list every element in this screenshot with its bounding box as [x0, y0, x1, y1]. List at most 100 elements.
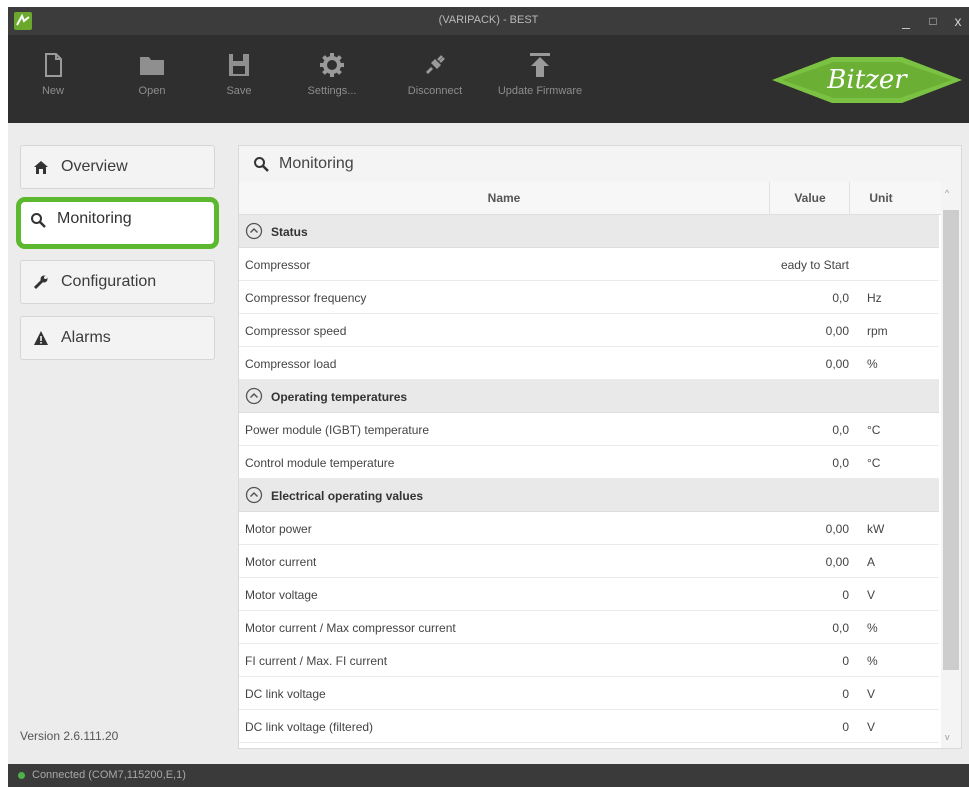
group-name: Electrical operating values: [271, 489, 424, 503]
app-window: (VARIPACK) - BEST _ □ x New Open Save Se…: [8, 7, 969, 787]
row-value: 0,0: [832, 621, 849, 635]
table-row[interactable]: Motor voltage 0 V: [239, 578, 939, 611]
search-icon: [254, 157, 269, 172]
table-row[interactable]: Control module temperature 0,0 °C: [239, 446, 939, 479]
update-firmware-label: Update Firmware: [497, 85, 583, 97]
scroll-thumb[interactable]: [943, 210, 959, 670]
row-name: Motor power: [245, 522, 312, 536]
panel-header: Monitoring: [239, 146, 961, 183]
table-row[interactable]: Compressor load 0,00%: [239, 347, 939, 380]
row-value: 0: [842, 687, 849, 701]
collapse-icon[interactable]: [245, 486, 263, 504]
settings-label: Settings...: [307, 85, 357, 97]
gear-icon: [320, 53, 344, 77]
folder-icon: [140, 57, 164, 75]
open-button[interactable]: Open: [124, 45, 180, 115]
warning-icon: [34, 331, 48, 345]
nav-label-configuration: Configuration: [61, 273, 157, 290]
table-row[interactable]: Motor current / Max compressor current 0,…: [239, 611, 939, 644]
row-name: Power module (IGBT) temperature: [245, 423, 430, 437]
table-header: Name Value Unit: [239, 182, 961, 215]
disconnect-label: Disconnect: [407, 85, 463, 97]
row-value: 0: [842, 588, 849, 602]
monitoring-table: Status Compressor eady to Start Compressor …: [239, 215, 939, 743]
row-unit: %: [867, 357, 878, 371]
save-label: Save: [226, 85, 252, 97]
row-value: eady to Start: [780, 258, 849, 272]
upload-icon: [530, 53, 550, 77]
close-button[interactable]: x: [948, 11, 968, 31]
column-header-name[interactable]: Name: [239, 191, 769, 205]
row-unit: V: [867, 588, 876, 602]
panel-title: Monitoring: [279, 155, 354, 172]
vertical-scrollbar[interactable]: ^ v: [941, 182, 961, 748]
column-header-unit[interactable]: Unit: [849, 182, 912, 214]
settings-button[interactable]: Settings...: [302, 45, 362, 115]
collapse-icon[interactable]: [245, 387, 263, 405]
group-header[interactable]: Status: [239, 215, 939, 248]
save-icon: [229, 54, 249, 76]
update-firmware-button[interactable]: Update Firmware: [490, 45, 590, 115]
row-value: 0,00: [825, 357, 849, 371]
table-row[interactable]: Compressor speed 0,00 rpm: [239, 314, 939, 347]
group-name: Operating temperatures: [271, 390, 408, 404]
row-name: Control module temperature: [245, 456, 395, 470]
minimize-button[interactable]: _: [896, 11, 916, 31]
window-title: (VARIPACK) - BEST: [438, 14, 539, 26]
connection-status: Connected (COM7,115200,E,1): [32, 769, 186, 781]
column-header-value[interactable]: Value: [769, 182, 850, 214]
table-row[interactable]: DC link voltage 0 V: [239, 677, 939, 710]
nav-item-configuration[interactable]: Configuration: [20, 260, 215, 304]
nav-label-overview: Overview: [61, 158, 128, 175]
row-name: Compressor frequency: [245, 291, 367, 305]
row-name: Motor current / Max compressor current: [245, 621, 456, 635]
version-label: Version 2.6.111.20: [20, 729, 119, 743]
row-unit: Hz: [867, 291, 882, 305]
row-unit: kW: [867, 522, 885, 536]
new-button[interactable]: New: [28, 45, 78, 115]
row-value: 0,00: [825, 522, 849, 536]
row-name: Compressor speed: [245, 324, 347, 338]
nav-item-overview[interactable]: Overview: [20, 145, 215, 189]
table-row[interactable]: Motor power 0,00 kW: [239, 512, 939, 545]
table-row[interactable]: FI current / Max. FI current 0%: [239, 644, 939, 677]
disconnect-button[interactable]: Disconnect: [402, 45, 468, 115]
row-name: DC link voltage: [245, 687, 326, 701]
save-button[interactable]: Save: [214, 45, 264, 115]
plug-icon: [425, 55, 445, 75]
scroll-down-icon[interactable]: v: [945, 732, 950, 742]
wrench-icon: [33, 275, 48, 290]
row-name: Compressor load: [245, 357, 337, 371]
collapse-icon[interactable]: [245, 222, 263, 240]
maximize-button[interactable]: □: [923, 11, 943, 31]
nav-item-alarms[interactable]: Alarms: [20, 316, 215, 360]
row-unit: %: [867, 654, 878, 668]
row-name: DC link voltage (filtered): [245, 720, 374, 734]
row-value: 0,00: [825, 555, 849, 569]
table-row[interactable]: Motor current 0,00 A: [239, 545, 939, 578]
table-row[interactable]: Compressor eady to Start: [239, 248, 939, 281]
group-header[interactable]: Electrical operating values: [239, 479, 939, 512]
table-row[interactable]: Compressor frequency 0,0 Hz: [239, 281, 939, 314]
row-unit: °C: [867, 456, 881, 470]
search-icon: [31, 213, 46, 228]
group-header[interactable]: Operating temperatures: [239, 380, 939, 413]
row-unit: V: [867, 720, 876, 734]
logo-text: Bitzer: [827, 65, 907, 95]
row-unit: V: [867, 687, 876, 701]
row-value: 0,0: [832, 291, 849, 305]
nav-label-alarms: Alarms: [61, 329, 111, 346]
table-row[interactable]: DC link voltage (filtered) 0 V: [239, 710, 939, 743]
row-value: 0,0: [832, 423, 849, 437]
row-value: 0: [842, 720, 849, 734]
scroll-up-icon[interactable]: ^: [945, 188, 949, 198]
row-name: Compressor: [245, 258, 311, 272]
status-bar: Connected (COM7,115200,E,1): [8, 764, 969, 787]
row-unit: %: [867, 621, 878, 635]
nav-label-monitoring: Monitoring: [57, 210, 132, 227]
table-row[interactable]: Power module (IGBT) temperature 0,0 °C: [239, 413, 939, 446]
nav-item-monitoring[interactable]: Monitoring: [16, 197, 219, 249]
row-name: Motor voltage: [245, 588, 318, 602]
row-unit: °C: [867, 423, 881, 437]
row-unit: rpm: [867, 324, 888, 338]
